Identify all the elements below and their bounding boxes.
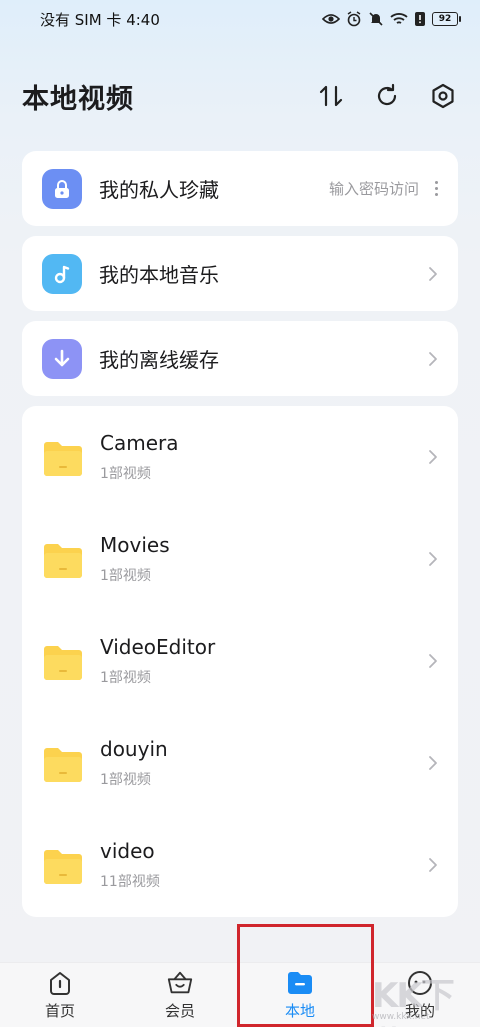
- folder-text: douyin 1部视频: [100, 737, 428, 789]
- folder-name: douyin: [100, 737, 168, 761]
- alarm-icon: [347, 11, 361, 27]
- download-icon: [54, 349, 70, 366]
- folder-video-count: 1部视频: [100, 568, 151, 584]
- folder-text: Camera 1部视频: [100, 431, 428, 483]
- more-options-icon[interactable]: [435, 181, 438, 196]
- battery-level: 92: [438, 14, 452, 24]
- header-actions: [316, 81, 458, 111]
- eye-icon: [322, 14, 340, 24]
- folder-row-camera[interactable]: Camera 1部视频: [22, 406, 458, 508]
- sort-icon: [319, 85, 343, 107]
- mute-bell-icon: [369, 12, 383, 26]
- folder-text: Movies 1部视频: [100, 533, 428, 585]
- offline-cache-title: 我的离线缓存: [99, 348, 219, 372]
- chevron-right-icon: [429, 552, 437, 566]
- folder-icon: [44, 850, 82, 884]
- private-collection-card[interactable]: 我的私人珍藏 输入密码访问: [22, 151, 458, 226]
- local-music-row[interactable]: 我的本地音乐: [22, 236, 458, 311]
- home-icon: [46, 969, 74, 997]
- status-bar: 没有 SIM 卡 4:40 92: [0, 0, 480, 38]
- folder-icon: [44, 544, 82, 578]
- folder-name: Camera: [100, 431, 179, 455]
- tab-home-label: 首页: [44, 1002, 75, 1020]
- offline-cache-row[interactable]: 我的离线缓存: [22, 321, 458, 396]
- folder-video-count: 1部视频: [100, 772, 151, 788]
- folder-icon: [286, 969, 314, 997]
- password-access-hint: 输入密码访问: [328, 180, 419, 198]
- folder-name: VideoEditor: [100, 635, 216, 659]
- private-collection-icon-bg: [42, 168, 82, 209]
- tab-home[interactable]: 首页: [0, 963, 120, 1027]
- chevron-right-icon: [429, 756, 437, 770]
- alert-icon: [415, 12, 425, 26]
- chevron-right-icon: [429, 654, 437, 668]
- carrier-time: 没有 SIM 卡 4:40: [40, 10, 160, 29]
- chevron-right-icon: [429, 450, 437, 464]
- folder-name: Movies: [100, 533, 170, 557]
- tab-mine-label: 我的: [404, 1002, 435, 1020]
- folder-row-movies[interactable]: Movies 1部视频: [22, 508, 458, 610]
- header: 本地视频: [22, 74, 458, 118]
- bottom-tab-bar: 首页 会员 本地 我的: [0, 962, 480, 1027]
- folder-row-douyin[interactable]: douyin 1部视频: [22, 712, 458, 814]
- battery-indicator: 92: [432, 12, 461, 26]
- chevron-right-icon: [429, 266, 437, 281]
- folder-row-video[interactable]: video 11部视频: [22, 814, 458, 916]
- folder-icon: [44, 442, 82, 476]
- offline-cache-icon-bg: [42, 338, 82, 379]
- lock-icon: [55, 179, 69, 198]
- chevron-right-icon: [429, 351, 437, 366]
- folder-video-count: 1部视频: [100, 670, 151, 686]
- private-collection-row[interactable]: 我的私人珍藏 输入密码访问: [22, 151, 458, 226]
- tab-vip-label: 会员: [164, 1002, 195, 1020]
- folder-list-card: Camera 1部视频 Movies 1部视频 VideoEditor 1部视频…: [22, 406, 458, 917]
- refresh-button[interactable]: [372, 81, 402, 111]
- offline-cache-card[interactable]: 我的离线缓存: [22, 321, 458, 396]
- folder-icon: [44, 646, 82, 680]
- status-icons: 92: [322, 11, 461, 27]
- folder-video-count: 11部视频: [100, 874, 160, 890]
- folder-name: video: [100, 839, 155, 863]
- tab-local[interactable]: 本地: [240, 963, 360, 1027]
- local-music-card[interactable]: 我的本地音乐: [22, 236, 458, 311]
- music-note-icon: [54, 265, 70, 283]
- local-music-title: 我的本地音乐: [99, 263, 219, 287]
- profile-icon: [406, 969, 434, 997]
- folder-icon: [44, 748, 82, 782]
- sort-button[interactable]: [316, 81, 346, 111]
- refresh-icon: [377, 83, 397, 106]
- wifi-icon: [390, 13, 408, 24]
- settings-button[interactable]: [428, 81, 458, 111]
- local-music-icon-bg: [42, 253, 82, 294]
- folder-text: video 11部视频: [100, 839, 428, 891]
- folder-video-count: 1部视频: [100, 466, 151, 482]
- tab-vip[interactable]: 会员: [120, 963, 240, 1027]
- chevron-right-icon: [429, 858, 437, 872]
- folder-row-videoeditor[interactable]: VideoEditor 1部视频: [22, 610, 458, 712]
- tab-local-label: 本地: [284, 1002, 315, 1020]
- page-title: 本地视频: [22, 83, 134, 115]
- tab-mine[interactable]: 我的: [360, 963, 480, 1027]
- gear-icon: [432, 83, 454, 109]
- private-collection-title: 我的私人珍藏: [99, 178, 219, 202]
- folder-text: VideoEditor 1部视频: [100, 635, 428, 687]
- crown-basket-icon: [166, 969, 194, 997]
